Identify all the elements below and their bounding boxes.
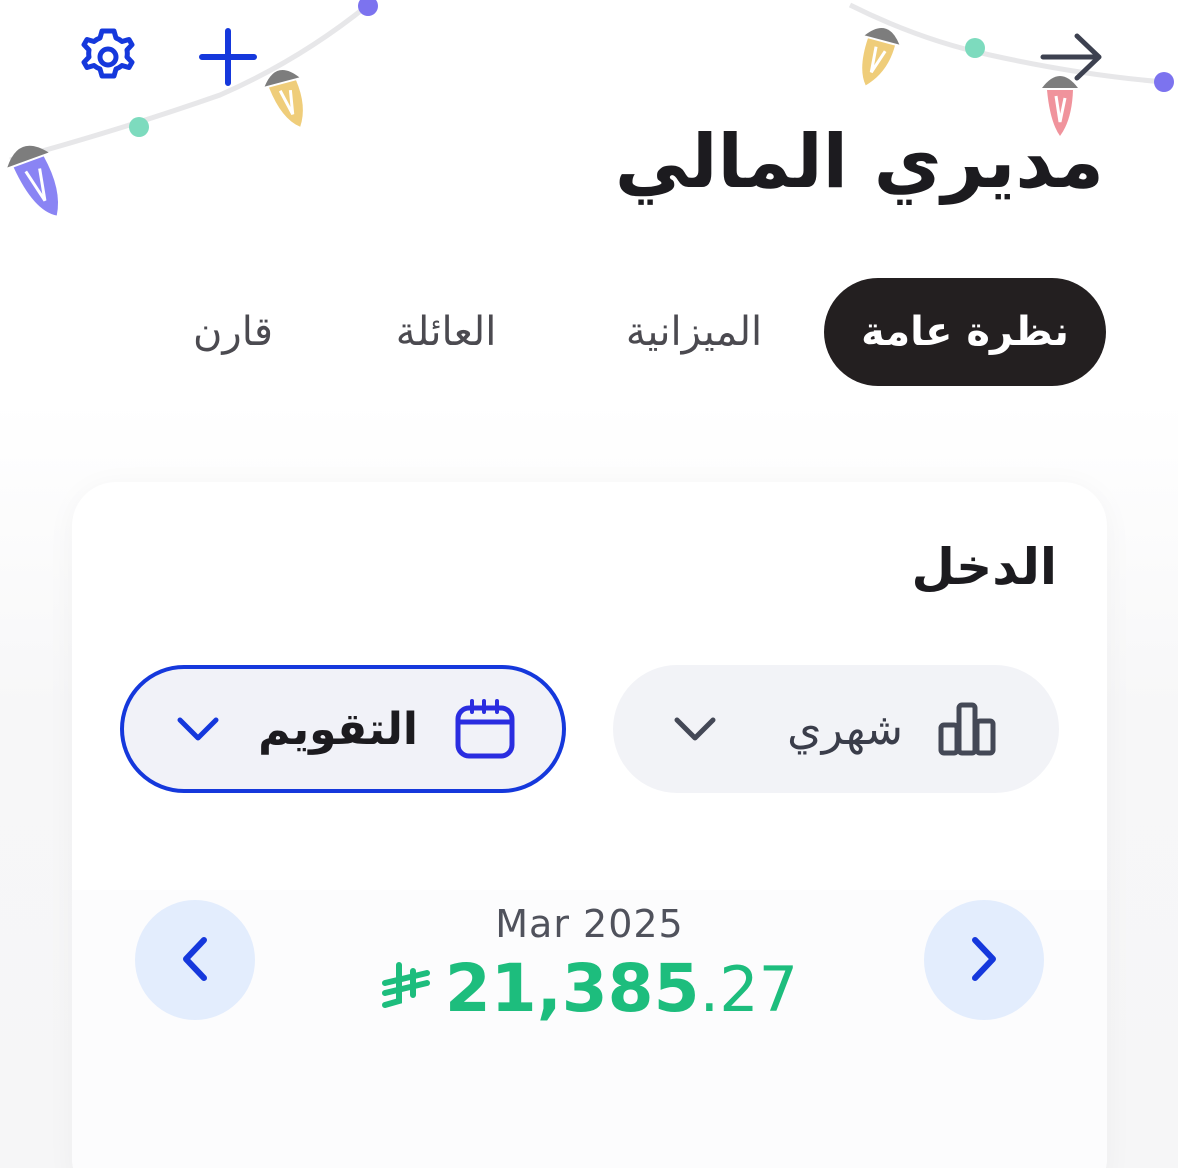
calendar-selector-label: التقويم [258, 703, 418, 755]
settings-button[interactable] [72, 22, 144, 94]
calendar-icon [454, 698, 516, 760]
gear-icon [76, 25, 140, 92]
next-month-button[interactable] [924, 900, 1044, 1020]
currency-symbol [381, 960, 431, 1025]
chevron-down-icon [673, 714, 717, 744]
calendar-selector[interactable]: التقويم [120, 665, 566, 793]
period-selector-label: شهري [787, 703, 903, 755]
forward-button[interactable] [1034, 26, 1110, 90]
tab-compare[interactable]: قارن [138, 278, 328, 386]
saudi-riyal-icon [381, 962, 430, 1008]
card-title: الدخل [911, 538, 1057, 596]
tab-overview[interactable]: نظرة عامة [824, 278, 1106, 386]
income-card: الدخل شهري التقويم Mar 2025 21,385 .27 [72, 482, 1107, 1168]
month-navigator: Mar 2025 21,385 .27 [72, 890, 1107, 1168]
page-title: مديري المالي [614, 119, 1104, 205]
app-screen: مديري المالي نظرة عامة الميزانية العائلة… [0, 0, 1178, 1168]
chevron-right-icon [969, 936, 999, 985]
bar-chart-icon [937, 701, 999, 757]
tab-family[interactable]: العائلة [328, 278, 564, 386]
plus-icon [196, 25, 260, 92]
amount-integer: 21,385 [444, 950, 700, 1027]
tab-budget[interactable]: الميزانية [564, 278, 824, 386]
chevron-down-icon [176, 714, 220, 744]
amount-decimal: .27 [699, 953, 799, 1026]
period-selector[interactable]: شهري [613, 665, 1059, 793]
add-button[interactable] [192, 22, 264, 94]
tab-bar: نظرة عامة الميزانية العائلة قارن [72, 278, 1106, 386]
arrow-right-icon [1039, 32, 1105, 85]
